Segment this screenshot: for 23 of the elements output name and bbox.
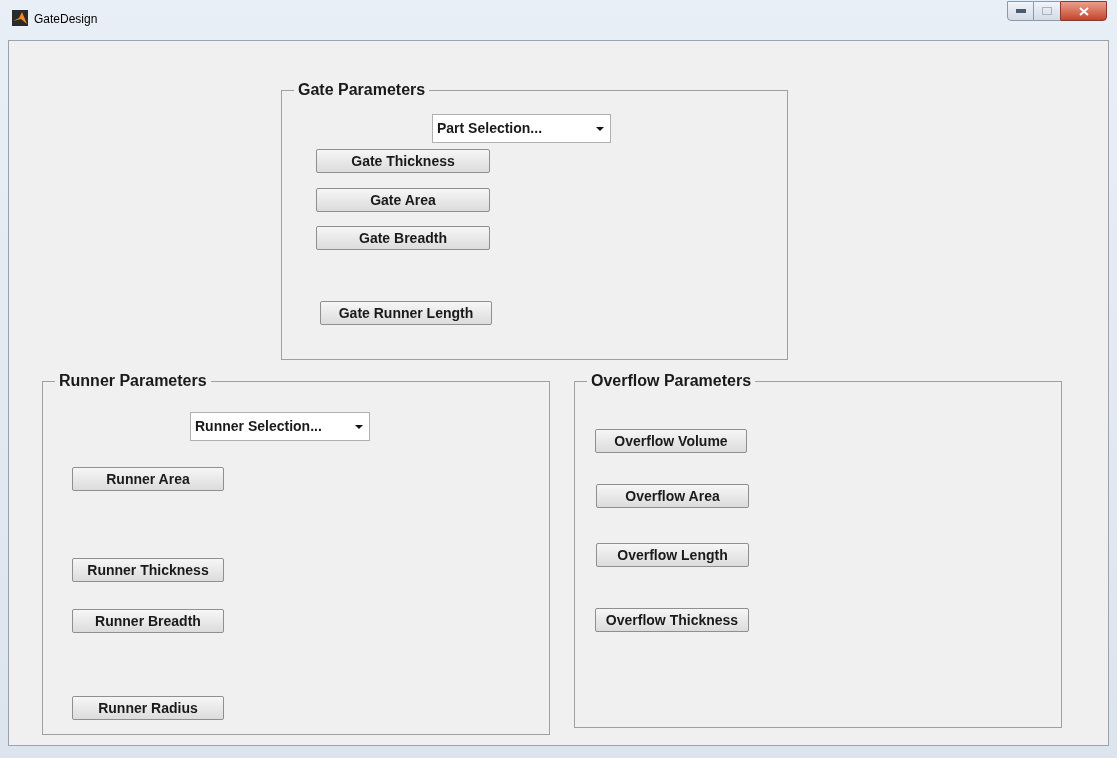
parameter-button[interactable]: Runner Area xyxy=(72,467,224,491)
dropdown[interactable]: Part Selection... xyxy=(432,114,611,143)
minimize-icon xyxy=(1015,9,1026,13)
caret-icon xyxy=(355,424,363,429)
parameter-button[interactable]: Gate Breadth xyxy=(316,226,490,250)
close-button[interactable] xyxy=(1060,1,1107,21)
parameter-button[interactable]: Overflow Length xyxy=(596,543,749,567)
parameter-button[interactable]: Gate Thickness xyxy=(316,149,490,173)
close-icon xyxy=(1078,6,1089,16)
parameter-button[interactable]: Runner Radius xyxy=(72,696,224,720)
parameter-button[interactable]: Runner Breadth xyxy=(72,609,224,633)
app-icon xyxy=(12,10,28,26)
parameter-button[interactable]: Overflow Area xyxy=(596,484,749,508)
parameter-button[interactable]: Gate Runner Length xyxy=(320,301,492,325)
parameter-button[interactable]: Runner Thickness xyxy=(72,558,224,582)
dropdown[interactable]: Runner Selection... xyxy=(190,412,370,441)
caret-icon xyxy=(596,126,604,131)
parameter-button[interactable]: Overflow Volume xyxy=(595,429,747,453)
parameter-button[interactable]: Gate Area xyxy=(316,188,490,212)
minimize-button[interactable] xyxy=(1007,1,1034,21)
window-title: GateDesign xyxy=(34,11,98,28)
maximize-icon xyxy=(1042,7,1052,15)
parameter-button[interactable]: Overflow Thickness xyxy=(595,608,749,632)
